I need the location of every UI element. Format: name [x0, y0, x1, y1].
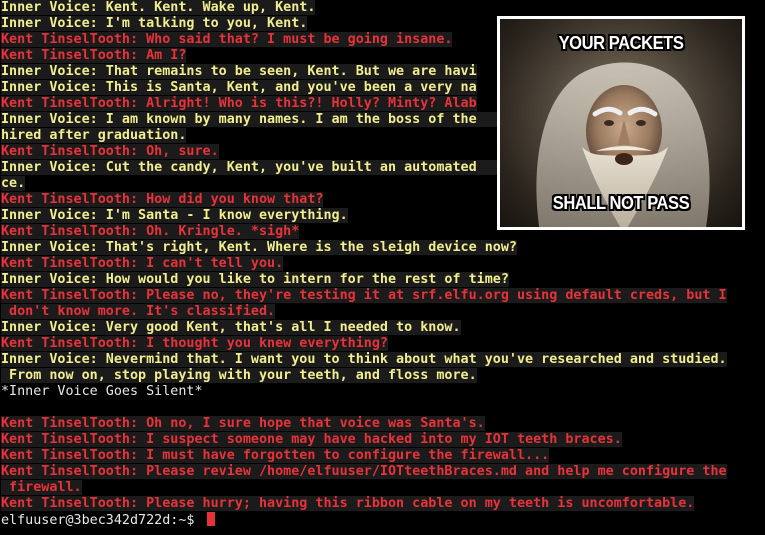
meme-bottom-caption: SHALL NOT PASS: [552, 193, 690, 213]
terminal-line-text: Kent TinselTooth: How did you know that?: [1, 192, 324, 207]
terminal-line-text: Kent TinselTooth: Oh no, I sure hope tha…: [1, 416, 485, 431]
terminal-line-text: Inner Voice: I'm talking to you, Kent.: [1, 16, 308, 31]
terminal-line-plain: *Inner Voice Goes Silent*: [1, 384, 765, 400]
terminal-line-kent: Kent TinselTooth: Please no, they're tes…: [1, 288, 765, 304]
cursor: [206, 512, 215, 526]
terminal-line-inner: From now on, stop playing with your teet…: [1, 368, 765, 384]
terminal-line-text: Kent TinselTooth: Please review /home/el…: [1, 464, 727, 479]
terminal-line-text: Inner Voice: Kent. Kent. Wake up, Kent.: [1, 0, 316, 15]
terminal-line-text: Kent TinselTooth: Oh. Kringle. *sigh*: [1, 224, 300, 239]
terminal-line-kent: Kent TinselTooth: I suspect someone may …: [1, 432, 765, 448]
terminal-line-inner: Inner Voice: How would you like to inter…: [1, 272, 765, 288]
terminal-line-text: *Inner Voice Goes Silent*: [1, 384, 203, 399]
terminal-line-inner: Inner Voice: Kent. Kent. Wake up, Kent.: [1, 0, 765, 16]
terminal-line-kent: Kent TinselTooth: I can't tell you.: [1, 256, 765, 272]
terminal-line-text: From now on, stop playing with your teet…: [1, 368, 477, 383]
terminal-line-text: Kent TinselTooth: Who said that? I must …: [1, 32, 453, 47]
terminal-line-kent: Kent TinselTooth: I thought you knew eve…: [1, 336, 765, 352]
terminal-line-text: Kent TinselTooth: Alright! Who is this?!…: [1, 96, 477, 111]
meme-top-caption: YOUR PACKETS: [558, 33, 684, 53]
terminal-line-text: Inner Voice: Nevermind that. I want you …: [1, 352, 727, 367]
terminal-line-kent: Kent TinselTooth: Please review /home/el…: [1, 464, 765, 480]
terminal-line-text: Kent TinselTooth: Am I?: [1, 48, 187, 63]
terminal-line-kent: don't know more. It's classified.: [1, 304, 765, 320]
terminal-line-text: Inner Voice: Very good Kent, that's all …: [1, 320, 461, 335]
terminal-line-text: Kent TinselTooth: I thought you knew eve…: [1, 336, 388, 351]
terminal-line-inner: Inner Voice: Nevermind that. I want you …: [1, 352, 765, 368]
shell-prompt[interactable]: elfuuser@3bec342d722d:~$: [1, 512, 765, 528]
terminal-line-text: Inner Voice: This is Santa, Kent, and yo…: [1, 80, 477, 95]
prompt-text: elfuuser@3bec342d722d:~$: [1, 513, 203, 528]
terminal-line-text: hired after graduation.: [1, 128, 187, 143]
terminal-line-kent: Kent TinselTooth: Oh no, I sure hope tha…: [1, 416, 765, 432]
terminal-line-text: Kent TinselTooth: I suspect someone may …: [1, 432, 622, 447]
terminal-line-inner: Inner Voice: That's right, Kent. Where i…: [1, 240, 765, 256]
terminal-line-text: firewall.: [1, 480, 82, 495]
terminal-line-text: Inner Voice: That's right, Kent. Where i…: [1, 240, 517, 255]
terminal-line-text: Kent TinselTooth: Please no, they're tes…: [1, 288, 727, 303]
terminal-line-text: Kent TinselTooth: I can't tell you.: [1, 256, 284, 271]
terminal-line-inner: Inner Voice: Very good Kent, that's all …: [1, 320, 765, 336]
terminal-line-text: Kent TinselTooth: I must have forgotten …: [1, 448, 550, 463]
terminal-line-kent: Kent TinselTooth: Please hurry; having t…: [1, 496, 765, 512]
meme-image: YOUR PACKETS SHALL NOT PASS: [497, 16, 745, 230]
terminal-line-kent: firewall.: [1, 480, 765, 496]
terminal-line-text: Inner Voice: How would you like to inter…: [1, 272, 509, 287]
terminal-line-text: Inner Voice: I'm Santa - I know everythi…: [1, 208, 348, 223]
terminal-line-text: Kent TinselTooth: Please hurry; having t…: [1, 496, 695, 511]
terminal-line-text: Inner Voice: That remains to be seen, Ke…: [1, 64, 477, 79]
terminal-line-kent: Kent TinselTooth: I must have forgotten …: [1, 448, 765, 464]
terminal-line-text: ce.: [1, 176, 26, 191]
terminal-line-text: don't know more. It's classified.: [1, 304, 276, 319]
terminal-line-text: Kent TinselTooth: Oh, sure.: [1, 144, 219, 159]
